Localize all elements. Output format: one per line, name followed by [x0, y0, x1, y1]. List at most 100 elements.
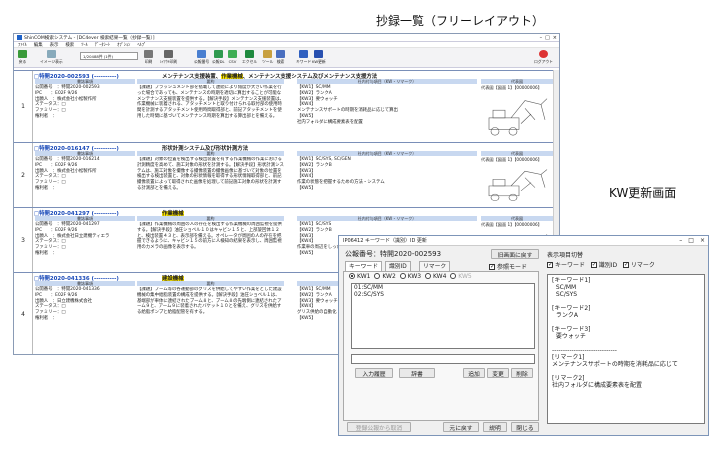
document-icon: [197, 50, 207, 58]
printer-icon: [144, 50, 153, 58]
kw-line: 【KW5】: [297, 185, 316, 191]
abstract-text: 【課題】ブーム等の各運動部のグリスを供給してやすい作業をとした建設機械の集中給脂…: [137, 287, 282, 316]
bibliography: 公開番号 ：特開2020-016214 IPC ：E02F 9/26 出願人 ：株式…: [35, 157, 100, 192]
tab-keyword[interactable]: キーワード: [345, 261, 382, 271]
logout-button[interactable]: ログアウト: [534, 50, 553, 65]
search-button[interactable]: 検索: [276, 50, 285, 65]
input-history-button[interactable]: 入力履歴: [355, 368, 393, 378]
page-counter[interactable]: 1/20488件 (1件): [80, 52, 138, 60]
header-kw: 社内付与項目（KW・リマーク）: [297, 79, 477, 84]
header-fig: 代表図: [481, 79, 553, 84]
radio-kw2[interactable]: KW2: [374, 273, 396, 280]
display-toggle-group: キーワード 識別ID リマーク: [547, 260, 655, 269]
tab-remark[interactable]: リマーク: [419, 261, 451, 271]
tool-icon: [263, 50, 273, 58]
document-row: 1 □特開2020-002593 (----------) メンテナンス支援装置、作…: [14, 70, 559, 142]
radio-kw3[interactable]: KW3: [399, 273, 421, 280]
add-button[interactable]: 追加: [463, 368, 485, 378]
modify-button[interactable]: 変更: [487, 368, 509, 378]
row-number: 4: [14, 273, 33, 354]
dialog-maximize-icon[interactable]: □: [688, 236, 694, 246]
menu-view[interactable]: 表示: [50, 42, 59, 48]
menu-edit[interactable]: 編集: [34, 42, 43, 48]
dictionary-button[interactable]: 辞書: [399, 368, 435, 378]
bibliography: 公開番号 ：特開2020-041336 IPC ：E02F 9/26 出願人 ：日立…: [35, 287, 100, 322]
image-icon: [46, 50, 56, 58]
kw-update-button[interactable]: KW更新: [312, 50, 326, 65]
toolbar: 戻る イメージ表示 1/20488件 (1件) 印刷 ﾚｲｱｳﾄ印刷 公報番号 …: [14, 48, 559, 68]
header-abstract: 要約: [137, 79, 284, 84]
close-button[interactable]: 閉じる: [511, 422, 539, 432]
header-bib: 書誌事項: [35, 281, 135, 286]
minimize-icon[interactable]: –: [540, 35, 543, 41]
help-button[interactable]: 説明: [483, 422, 507, 432]
radio-kw5[interactable]: KW5: [450, 273, 472, 280]
download-icon: [213, 50, 223, 58]
tab-id[interactable]: 識別ID: [385, 261, 411, 271]
app-icon: [17, 35, 22, 40]
radio-kw4[interactable]: KW4: [424, 273, 446, 280]
bib-line: 権利者 ：: [35, 250, 57, 256]
csv-button[interactable]: CSV: [228, 50, 237, 64]
representative-figure: [481, 163, 553, 204]
pub-dl-button[interactable]: 公報DL: [212, 50, 225, 65]
preview-panel: [キーワード1] SC/MM SC/SYS [キーワード2] ランクA [キーワ…: [547, 274, 705, 424]
representative-figure: [481, 91, 553, 139]
undo-button[interactable]: 元に戻す: [443, 422, 479, 432]
search-icon: [276, 50, 285, 58]
bib-line: 公開番号 ：特開2020-016214: [35, 157, 100, 162]
disp-remark-checkbox[interactable]: リマーク: [622, 261, 655, 269]
menu-options[interactable]: ｵﾌﾟｼｮﾝ: [117, 42, 130, 48]
row-number: 3: [14, 208, 33, 272]
kw-input[interactable]: [351, 354, 535, 364]
caption-main: 抄録一覧（フリーレイアウト）: [376, 14, 545, 28]
disp-id-checkbox[interactable]: 識別ID: [590, 261, 617, 269]
row-number: 2: [14, 143, 33, 207]
ref-mode-checkbox[interactable]: 参照モード: [489, 262, 527, 271]
dialog-close-icon[interactable]: ×: [700, 236, 705, 246]
kw-block: 【KW1】SC/MM 【KW2】ランクA 【KW3】要ウォッチ 【KW4】 メンテナンス…: [297, 85, 412, 126]
keyword-icon: [299, 50, 309, 58]
radio-kw1[interactable]: KW1: [349, 273, 370, 280]
menu-file[interactable]: ﾌｧｲﾙ: [18, 42, 27, 48]
kw-block: 【KW1】SC/SYS, SC/GEN 【KW2】ランクB 【KW3】 【KW4】 作業…: [297, 157, 412, 192]
excel-button[interactable]: エクセル: [242, 50, 257, 65]
delete-button[interactable]: 削除: [511, 368, 533, 378]
layout-print-button[interactable]: ﾚｲｱｳﾄ印刷: [160, 50, 177, 65]
menu-help[interactable]: ﾍﾙﾌﾟ: [137, 42, 146, 48]
disp-keyword-checkbox[interactable]: キーワード: [547, 261, 585, 269]
menu-tools[interactable]: ﾂｰﾙ: [81, 42, 88, 48]
bib-line: 権利者 ：: [35, 185, 57, 191]
back-icon: [18, 50, 27, 58]
header-bib: 書誌事項: [35, 216, 135, 221]
printer-icon: [164, 50, 174, 58]
cancel-registration-button[interactable]: 登録公報から取消: [347, 422, 411, 432]
bib-line: 権利者 ：: [35, 315, 57, 321]
header-abstract: 要約: [137, 216, 284, 221]
row-number: 1: [14, 71, 33, 142]
csv-icon: [228, 50, 237, 58]
kw-radio-group: KW1 KW2 KW3 KW4 KW5: [349, 273, 472, 280]
logout-icon: [538, 50, 548, 58]
abstract-text: 【課題】作業機械の周囲の人の存在を検出する作業機械の周囲監視を提供する。【解決手…: [137, 222, 282, 251]
kw-update-dialog: IP06412 キーワード（識別）ID 更新 – □ × 公報番号：特開2020-0…: [338, 235, 709, 436]
menu-search[interactable]: 検索: [65, 42, 74, 48]
abstract-text: 【課題】対象の位置を検出する検出装置を有する作業機械の作業における計測精度を高め…: [137, 157, 284, 191]
header-bib: 書誌事項: [35, 79, 135, 84]
restore-old-screen-button[interactable]: 旧画面に戻す: [491, 249, 539, 259]
keyword-button[interactable]: キワード: [296, 50, 311, 65]
tool-button[interactable]: ツール: [262, 50, 273, 65]
header-kw: 社内付与項目（KW・リマーク）: [297, 216, 477, 221]
dialog-minimize-icon[interactable]: –: [679, 236, 682, 246]
pubno-button[interactable]: 公報番号: [194, 50, 209, 65]
kw-list[interactable]: 01:SC/MM 02:SC/SYS: [351, 283, 535, 349]
print-button[interactable]: 印刷: [144, 50, 153, 65]
excel-icon: [245, 50, 255, 58]
maximize-icon[interactable]: □: [545, 35, 550, 41]
dialog-titlebar: IP06412 キーワード（識別）ID 更新 – □ ×: [339, 236, 708, 246]
menu-datasheet[interactable]: ﾃﾞｰﾀｼｰﾄ: [95, 42, 110, 48]
close-icon[interactable]: ×: [553, 35, 557, 41]
back-button[interactable]: 戻る: [18, 50, 27, 65]
dialog-pubno: 公報番号：特開2020-002593: [345, 250, 442, 258]
image-view-button[interactable]: イメージ表示: [40, 50, 63, 65]
